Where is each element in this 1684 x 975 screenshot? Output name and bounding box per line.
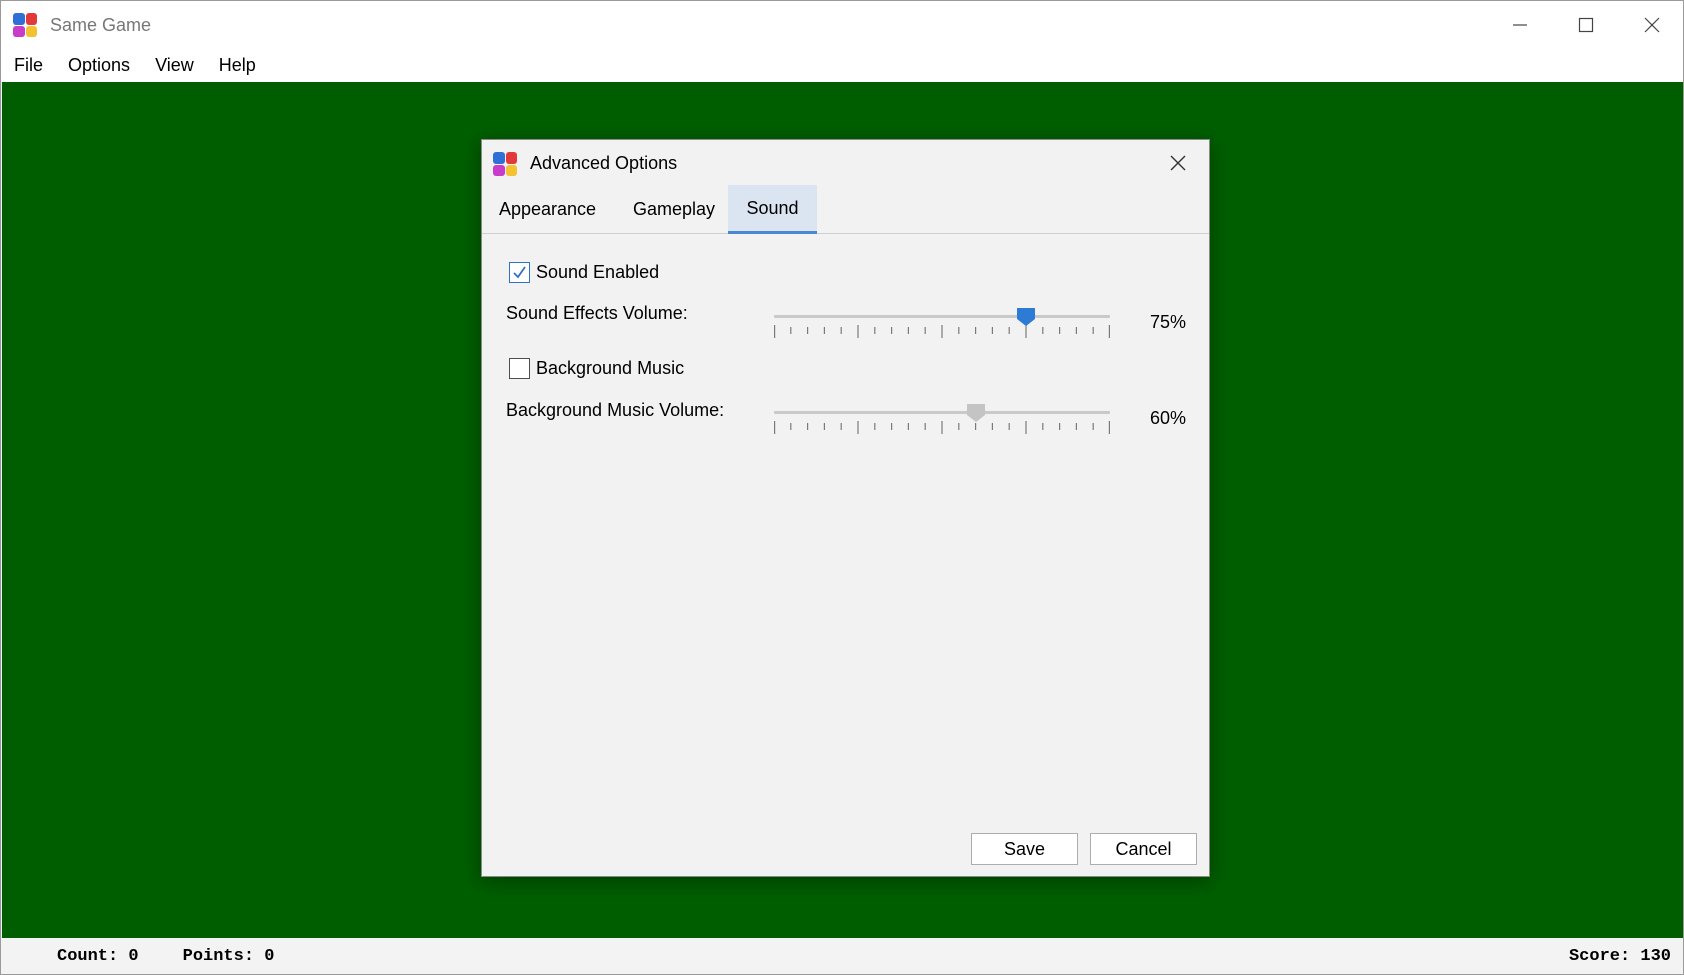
- advanced-options-dialog: Advanced Options Appearance Gameplay Sou…: [481, 139, 1210, 877]
- minimize-button[interactable]: [1487, 1, 1553, 49]
- dialog-title: Advanced Options: [530, 153, 678, 173]
- background-music-label: Background Music: [536, 358, 685, 378]
- close-button[interactable]: [1619, 1, 1684, 49]
- slider-track: [774, 315, 1110, 318]
- close-icon: [1644, 17, 1660, 33]
- minimize-icon: [1513, 24, 1527, 26]
- menu-help[interactable]: Help: [210, 51, 265, 80]
- effects-volume-label: Sound Effects Volume:: [506, 303, 688, 323]
- slider-ticks: [774, 325, 1110, 338]
- checkmark-icon: [513, 266, 526, 279]
- dialog-titlebar[interactable]: Advanced Options: [482, 140, 1209, 186]
- slider-track: [774, 411, 1110, 414]
- sound-enabled-checkbox-box[interactable]: [509, 262, 530, 283]
- slider-thumb[interactable]: [1016, 307, 1036, 327]
- app-icon: [13, 13, 37, 37]
- window-titlebar[interactable]: Same Game: [1, 1, 1683, 49]
- music-volume-value: 60%: [1149, 408, 1186, 428]
- maximize-button[interactable]: [1553, 1, 1619, 49]
- menu-options[interactable]: Options: [59, 51, 139, 80]
- effects-volume-value: 75%: [1149, 312, 1186, 332]
- tab-gameplay[interactable]: Gameplay: [614, 185, 734, 234]
- music-volume-label: Background Music Volume:: [506, 400, 725, 420]
- menu-view[interactable]: View: [146, 51, 203, 80]
- close-icon: [1170, 155, 1186, 171]
- status-score: Score: 130: [1568, 947, 1671, 966]
- slider-thumb[interactable]: [966, 403, 986, 423]
- dialog-close-button[interactable]: [1147, 140, 1209, 186]
- slider-ticks: [774, 421, 1110, 434]
- maximize-icon: [1578, 17, 1594, 33]
- background-music-checkbox[interactable]: Background Music: [509, 358, 684, 379]
- status-bar: Count: 0 Points: 0 Score: 130: [1, 938, 1683, 974]
- menu-bar: File Options View Help: [1, 49, 1683, 82]
- status-points: Points: 0: [182, 947, 275, 966]
- dialog-app-icon: [493, 152, 517, 176]
- music-volume-slider[interactable]: [774, 397, 1110, 437]
- tab-appearance[interactable]: Appearance: [491, 185, 604, 234]
- window-title: Same Game: [50, 15, 152, 35]
- menu-file[interactable]: File: [5, 51, 52, 80]
- save-button[interactable]: Save: [971, 833, 1078, 865]
- sound-enabled-checkbox[interactable]: Sound Enabled: [509, 262, 659, 283]
- background-music-checkbox-box[interactable]: [509, 358, 530, 379]
- tab-sound[interactable]: Sound: [728, 185, 817, 234]
- sound-enabled-label: Sound Enabled: [536, 262, 660, 282]
- status-count: Count: 0: [57, 947, 139, 966]
- tab-strip: Appearance Gameplay Sound: [482, 185, 1209, 234]
- cancel-button[interactable]: Cancel: [1090, 833, 1197, 865]
- effects-volume-slider[interactable]: [774, 301, 1110, 341]
